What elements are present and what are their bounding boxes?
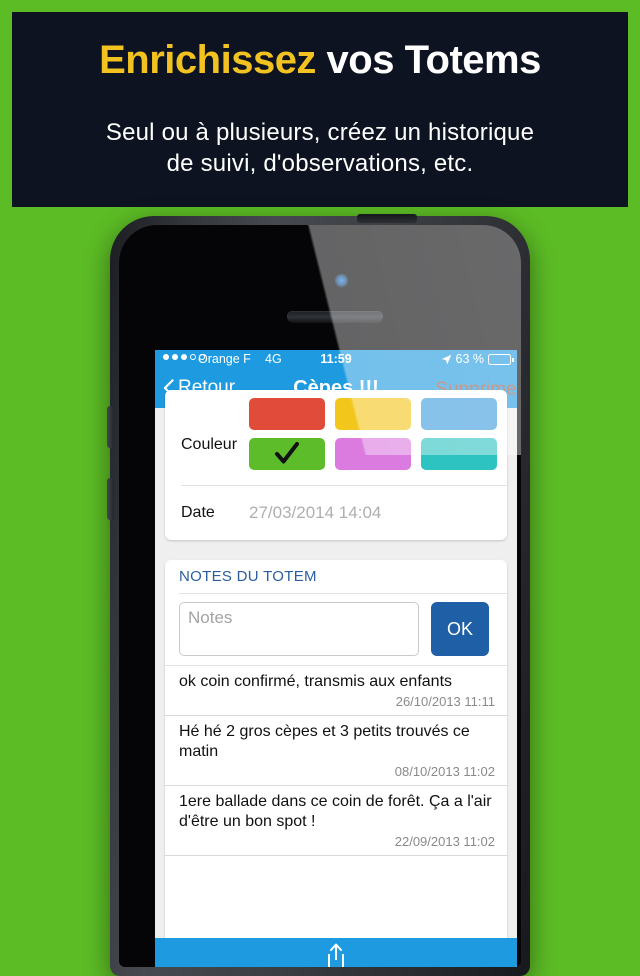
share-icon[interactable]	[325, 943, 347, 967]
front-camera-icon	[334, 273, 349, 288]
note-input[interactable]: Notes	[179, 602, 419, 656]
color-swatch-green[interactable]	[249, 438, 325, 470]
note-list-item[interactable]: Hé hé 2 gros cèpes et 3 petits trouvés c…	[165, 716, 507, 786]
battery-icon	[488, 353, 514, 365]
ok-button[interactable]: OK	[431, 602, 489, 656]
note-timestamp: 22/09/2013 11:02	[394, 834, 495, 849]
promo-title: Enrichissez vos Totems	[12, 38, 628, 83]
status-bar-right: 63 %	[441, 352, 514, 366]
note-timestamp: 08/10/2013 11:02	[394, 764, 495, 779]
bottom-toolbar	[155, 938, 517, 967]
date-value: 27/03/2014 14:04	[249, 503, 382, 522]
volume-up-button[interactable]	[107, 406, 114, 448]
color-row: Couleur	[165, 390, 507, 486]
check-icon	[274, 440, 300, 466]
promo-title-rest: vos Totems	[315, 38, 542, 82]
note-input-placeholder: Notes	[188, 608, 233, 627]
note-text: Hé hé 2 gros cèpes et 3 petits trouvés c…	[179, 723, 470, 760]
content-scroll-area[interactable]: Couleur Date 27/03/2014 14:04 NOTES DU T…	[155, 390, 517, 967]
promo-title-highlight: Enrichissez	[99, 38, 316, 82]
status-bar: Orange F 4G 11:59 63 %	[155, 350, 517, 370]
promo-subtitle-line2: de suivi, d'observations, etc.	[166, 150, 474, 177]
color-swatch-grid	[249, 398, 497, 478]
color-swatch-blue[interactable]	[421, 398, 497, 430]
note-composer: Notes OK	[165, 594, 507, 666]
phone-screen-bezel: Orange F 4G 11:59 63 % Retour Cèpes !!! …	[119, 225, 521, 967]
color-swatch-teal[interactable]	[421, 438, 497, 470]
promo-banner: Enrichissez vos Totems Seul ou à plusieu…	[12, 12, 628, 207]
promo-subtitle-line1: Seul ou à plusieurs, créez un historique	[105, 119, 535, 146]
location-arrow-icon	[441, 354, 452, 365]
note-list-item[interactable]: ok coin confirmé, transmis aux enfants 2…	[165, 666, 507, 716]
note-text: ok coin confirmé, transmis aux enfants	[179, 673, 453, 690]
note-text: 1ere ballade dans ce coin de forêt. Ça a…	[179, 793, 492, 830]
earpiece-speaker	[287, 311, 383, 322]
date-row[interactable]: Date 27/03/2014 14:04	[165, 486, 507, 540]
note-timestamp: 26/10/2013 11:11	[395, 694, 495, 709]
color-swatch-red[interactable]	[249, 398, 325, 430]
color-swatch-yellow[interactable]	[335, 398, 411, 430]
color-swatch-magenta[interactable]	[335, 438, 411, 470]
battery-percent-label: 63 %	[455, 352, 485, 366]
color-label: Couleur	[181, 436, 238, 453]
app-screen: Orange F 4G 11:59 63 % Retour Cèpes !!! …	[155, 350, 517, 967]
phone-mockup: Orange F 4G 11:59 63 % Retour Cèpes !!! …	[107, 214, 530, 976]
power-button[interactable]	[357, 214, 417, 223]
phone-body: Orange F 4G 11:59 63 % Retour Cèpes !!! …	[107, 214, 530, 976]
notes-section-title: NOTES DU TOTEM	[179, 568, 317, 585]
divider	[165, 855, 507, 856]
notes-card: NOTES DU TOTEM Notes OK ok coin confirmé…	[165, 560, 507, 960]
note-list-item[interactable]: 1ere ballade dans ce coin de forêt. Ça a…	[165, 786, 507, 856]
notes-header: NOTES DU TOTEM	[165, 560, 507, 594]
properties-card: Couleur Date 27/03/2014 14:04	[165, 390, 507, 540]
volume-down-button[interactable]	[107, 478, 114, 520]
promo-subtitle: Seul ou à plusieurs, créez un historique…	[12, 117, 628, 179]
date-label: Date	[181, 504, 215, 521]
